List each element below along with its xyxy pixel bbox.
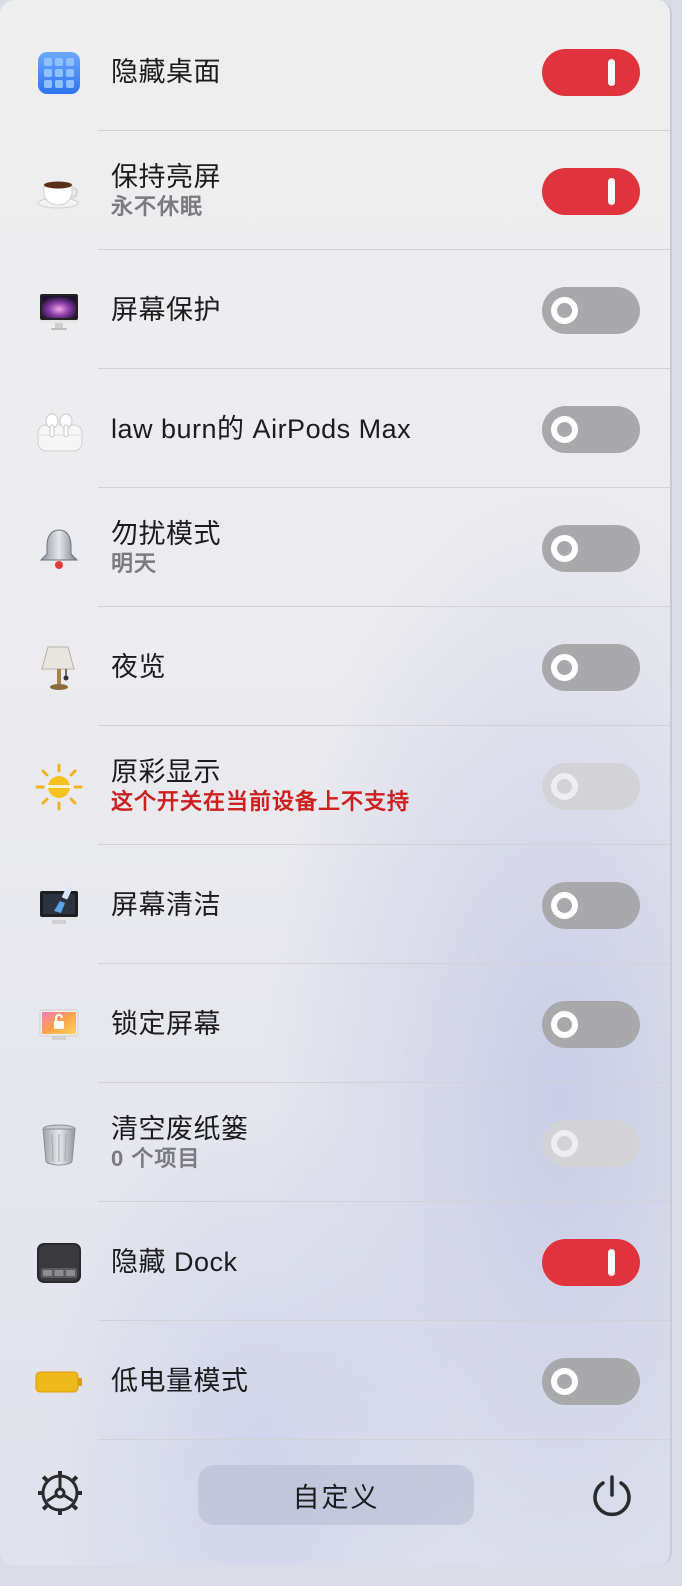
row-title: law burn的 AirPods Max bbox=[111, 413, 412, 444]
row-title: 勿扰模式 bbox=[111, 518, 221, 549]
hide-desktop-icon bbox=[34, 48, 84, 98]
bell-icon bbox=[34, 524, 84, 574]
low-power-toggle[interactable] bbox=[542, 1358, 640, 1405]
row-low-power: 低电量模式 bbox=[0, 1321, 670, 1440]
airpods-icon bbox=[34, 405, 84, 455]
control-panel: 隐藏桌面 保持亮屏 永不休眠 屏幕保护 law burn的 AirPods Ma… bbox=[0, 0, 672, 1566]
row-title: 隐藏 Dock bbox=[111, 1246, 238, 1277]
lamp-icon bbox=[34, 643, 84, 693]
row-title: 屏幕清洁 bbox=[111, 889, 221, 920]
night-shift-toggle[interactable] bbox=[542, 644, 640, 691]
row-title: 清空废纸篓 bbox=[111, 1113, 249, 1144]
row-night-shift: 夜览 bbox=[0, 607, 670, 726]
coffee-cup-icon bbox=[34, 167, 84, 217]
row-screen-clean: 屏幕清洁 bbox=[0, 845, 670, 964]
battery-icon bbox=[34, 1357, 84, 1407]
screen-clean-icon bbox=[34, 881, 84, 931]
imac-screensaver-icon bbox=[34, 286, 84, 336]
sun-icon bbox=[34, 762, 84, 812]
gear-icon[interactable] bbox=[37, 1470, 83, 1516]
row-title: 锁定屏幕 bbox=[111, 1008, 221, 1039]
screensaver-toggle[interactable] bbox=[542, 287, 640, 334]
customize-button[interactable]: 自定义 bbox=[198, 1465, 474, 1525]
row-title: 低电量模式 bbox=[111, 1365, 249, 1396]
row-subtitle-warning: 这个开关在当前设备上不支持 bbox=[111, 788, 411, 814]
row-title: 夜览 bbox=[111, 651, 166, 682]
true-tone-toggle[interactable] bbox=[542, 763, 640, 810]
row-subtitle: 明天 bbox=[111, 550, 158, 576]
row-lock-screen: 锁定屏幕 bbox=[0, 964, 670, 1083]
hide-desktop-toggle[interactable] bbox=[542, 49, 640, 96]
do-not-disturb-toggle[interactable] bbox=[542, 525, 640, 572]
row-subtitle: 0 个项目 bbox=[111, 1145, 201, 1171]
row-true-tone: 原彩显示 这个开关在当前设备上不支持 bbox=[0, 726, 670, 845]
row-do-not-disturb: 勿扰模式 明天 bbox=[0, 488, 670, 607]
row-hide-dock: 隐藏 Dock bbox=[0, 1202, 670, 1321]
trash-icon bbox=[34, 1119, 84, 1169]
power-icon[interactable] bbox=[590, 1474, 634, 1518]
hide-dock-toggle[interactable] bbox=[542, 1239, 640, 1286]
row-airpods: law burn的 AirPods Max bbox=[0, 369, 670, 488]
row-title: 保持亮屏 bbox=[111, 161, 221, 192]
lock-screen-toggle[interactable] bbox=[542, 1001, 640, 1048]
empty-trash-toggle[interactable] bbox=[542, 1120, 640, 1167]
row-empty-trash: 清空废纸篓 0 个项目 bbox=[0, 1083, 670, 1202]
keep-awake-toggle[interactable] bbox=[542, 168, 640, 215]
dock-icon bbox=[34, 1238, 84, 1288]
row-screensaver: 屏幕保护 bbox=[0, 250, 670, 369]
footer: 自定义 bbox=[0, 1434, 670, 1566]
row-subtitle: 永不休眠 bbox=[111, 193, 204, 219]
row-title: 隐藏桌面 bbox=[111, 56, 221, 87]
row-hide-desktop: 隐藏桌面 bbox=[0, 12, 670, 131]
lock-screen-icon bbox=[34, 1000, 84, 1050]
screen-clean-toggle[interactable] bbox=[542, 882, 640, 929]
row-title: 原彩显示 bbox=[111, 756, 221, 787]
airpods-toggle[interactable] bbox=[542, 406, 640, 453]
row-title: 屏幕保护 bbox=[111, 294, 221, 325]
row-keep-awake: 保持亮屏 永不休眠 bbox=[0, 131, 670, 250]
